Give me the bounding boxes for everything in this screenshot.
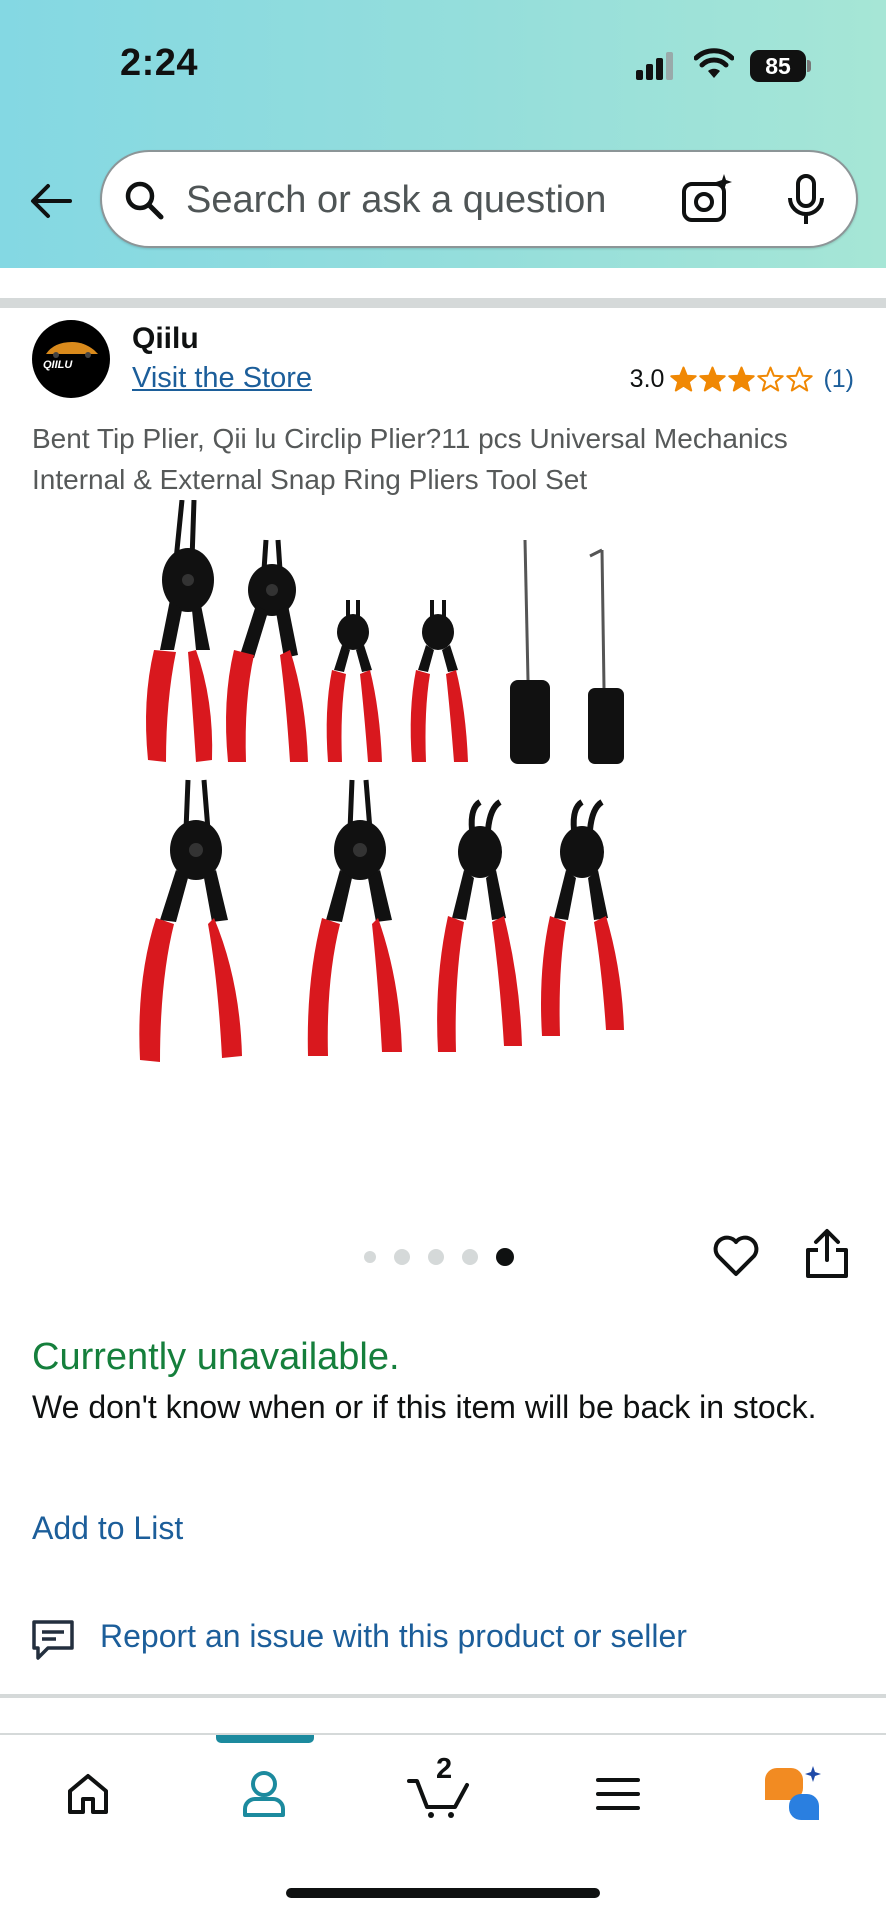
seller-name: Qiilu [132, 322, 199, 355]
search-bar[interactable] [100, 150, 858, 248]
search-icon [125, 181, 164, 220]
nav-rufus[interactable] [752, 1759, 832, 1829]
plier-large-4 [307, 779, 402, 1056]
section-divider [0, 1694, 886, 1698]
search-input[interactable] [186, 174, 626, 226]
carousel-dot[interactable] [428, 1249, 444, 1265]
pick-tool-hook [588, 548, 624, 764]
share-icon[interactable] [804, 1228, 850, 1280]
heart-icon[interactable] [712, 1232, 760, 1280]
camera-lens-icon[interactable] [680, 172, 734, 226]
chat-bubble-icon[interactable] [30, 1618, 76, 1662]
cellular-signal-icon [636, 52, 673, 80]
app-header: 2:24 85 [0, 0, 886, 268]
carousel-pagination[interactable] [364, 1248, 514, 1266]
product-title: Bent Tip Plier, Qii lu Circlip Plier?11 … [32, 423, 788, 495]
rating-value: 3.0 [629, 365, 665, 393]
product-image[interactable] [130, 500, 770, 1180]
rufus-assistant-icon [765, 1766, 821, 1820]
stock-message: We don't know when or if this item will … [32, 1389, 817, 1425]
report-issue-link[interactable]: Report an issue with this product or sel… [100, 1618, 687, 1655]
carousel-dot[interactable] [364, 1251, 376, 1263]
logo-text: QIILU [43, 359, 73, 371]
rating-count[interactable]: (1) [823, 365, 854, 394]
carousel-dot-active[interactable] [496, 1248, 514, 1266]
star-filled-icon [670, 366, 698, 392]
account-icon [243, 1771, 285, 1817]
wifi-icon [694, 48, 734, 78]
star-filled-icon [728, 366, 756, 392]
battery-level: 85 [750, 50, 806, 82]
battery-tip [807, 60, 811, 72]
visit-store-link[interactable]: Visit the Store [132, 362, 312, 395]
nav-menu[interactable] [578, 1759, 658, 1829]
microphone-icon[interactable] [782, 172, 830, 228]
star-filled-icon [699, 366, 727, 392]
home-indicator[interactable] [286, 1888, 600, 1898]
plier-bent-2 [541, 799, 624, 1036]
rating-summary[interactable]: 3.0 (1) [630, 365, 854, 394]
star-empty-icon [757, 366, 785, 392]
seller-logo[interactable]: QIILU [32, 320, 110, 398]
active-tab-indicator [216, 1735, 314, 1743]
nav-account[interactable] [224, 1759, 304, 1829]
star-empty-icon [786, 366, 814, 392]
star-rating [670, 366, 814, 393]
plier-large-1 [146, 500, 214, 762]
home-icon [68, 1774, 108, 1814]
plier-bent-1 [437, 799, 522, 1052]
battery-indicator: 85 [750, 50, 812, 82]
cart-count: 2 [436, 1753, 453, 1785]
nav-home[interactable] [48, 1759, 128, 1829]
plier-large-3 [139, 779, 242, 1062]
carousel-dot[interactable] [394, 1249, 410, 1265]
pick-tool-straight [510, 539, 550, 764]
menu-icon [596, 1778, 640, 1810]
status-time: 2:24 [120, 42, 199, 84]
plier-small-2 [410, 600, 468, 762]
section-divider [0, 298, 886, 308]
carousel-dot[interactable] [462, 1249, 478, 1265]
plier-small-1 [326, 600, 382, 762]
availability-status: Currently unavailable. [32, 1336, 400, 1378]
add-to-list-button[interactable]: Add to List [32, 1510, 183, 1547]
back-arrow-icon[interactable] [26, 176, 76, 226]
plier-large-2 [226, 539, 308, 762]
nav-cart[interactable]: 2 [400, 1753, 480, 1829]
